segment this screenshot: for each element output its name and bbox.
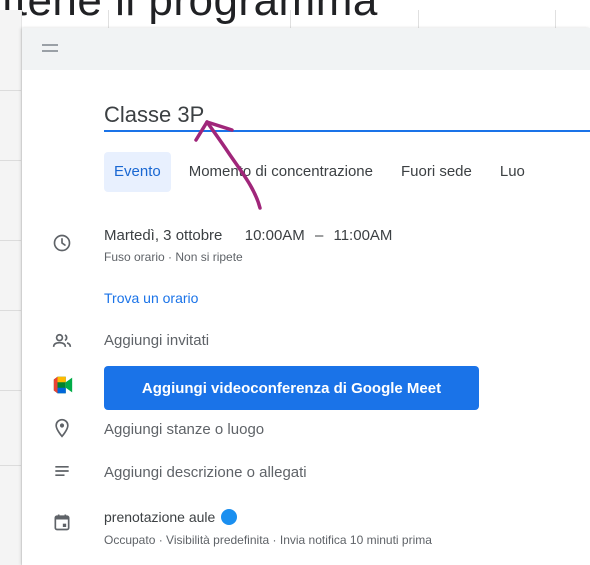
background-heading: ttene il programma [2, 0, 378, 25]
dialog-drag-bar[interactable] [22, 28, 590, 70]
event-date[interactable]: Martedì, 3 ottobre [104, 227, 222, 244]
calendar-selector[interactable]: prenotazione aule [104, 509, 238, 525]
tab-momento-di-concentrazione[interactable]: Momento di concentrazione [179, 152, 383, 192]
grid-line [0, 160, 21, 161]
calendar-details[interactable]: Occupato · Visibilità predefinita · Invi… [104, 533, 432, 547]
calendar-color-dot [221, 509, 238, 525]
tab-luogo[interactable]: Luo [490, 152, 535, 192]
grid-line [108, 10, 109, 28]
description-lines-icon [55, 466, 69, 476]
menu-handle-icon[interactable] [42, 44, 58, 54]
event-title-input[interactable] [104, 94, 590, 132]
event-quick-create-dialog: Evento Momento di concentrazione Fuori s… [22, 28, 590, 565]
calendar-name[interactable]: prenotazione aule [104, 509, 215, 525]
time-separator: – [314, 227, 324, 244]
find-time-link[interactable]: Trova un orario [104, 290, 198, 306]
grid-line [555, 10, 556, 28]
event-start-time[interactable]: 10:00AM [245, 227, 305, 244]
location-pin-icon [55, 418, 69, 438]
add-description-field[interactable]: Aggiungi descrizione o allegati [104, 464, 307, 481]
event-datetime[interactable]: Martedì, 3 ottobre 10:00AM – 11:00AM [104, 227, 392, 244]
background-page: ttene il programma [0, 0, 590, 28]
google-meet-icon [53, 376, 73, 394]
tab-evento[interactable]: Evento [104, 152, 171, 192]
add-location-field[interactable]: Aggiungi stanze o luogo [104, 421, 264, 438]
grid-line [0, 310, 21, 311]
add-guests-field[interactable]: Aggiungi invitati [104, 332, 209, 349]
event-end-time[interactable]: 11:00AM [333, 227, 392, 244]
people-icon [52, 333, 72, 347]
grid-line [290, 10, 291, 28]
calendar-icon [54, 514, 70, 531]
grid-line [0, 240, 21, 241]
background-calendar-grid [0, 10, 22, 565]
clock-icon [53, 234, 71, 252]
grid-line [0, 390, 21, 391]
timezone-recurrence[interactable]: Fuso orario · Non si ripete [104, 250, 243, 264]
grid-line [0, 90, 21, 91]
grid-line [418, 10, 419, 28]
add-google-meet-button[interactable]: Aggiungi videoconferenza di Google Meet [104, 366, 479, 410]
grid-line [0, 465, 21, 466]
event-type-tabs: Evento Momento di concentrazione Fuori s… [104, 152, 535, 192]
tab-fuori-sede[interactable]: Fuori sede [391, 152, 482, 192]
